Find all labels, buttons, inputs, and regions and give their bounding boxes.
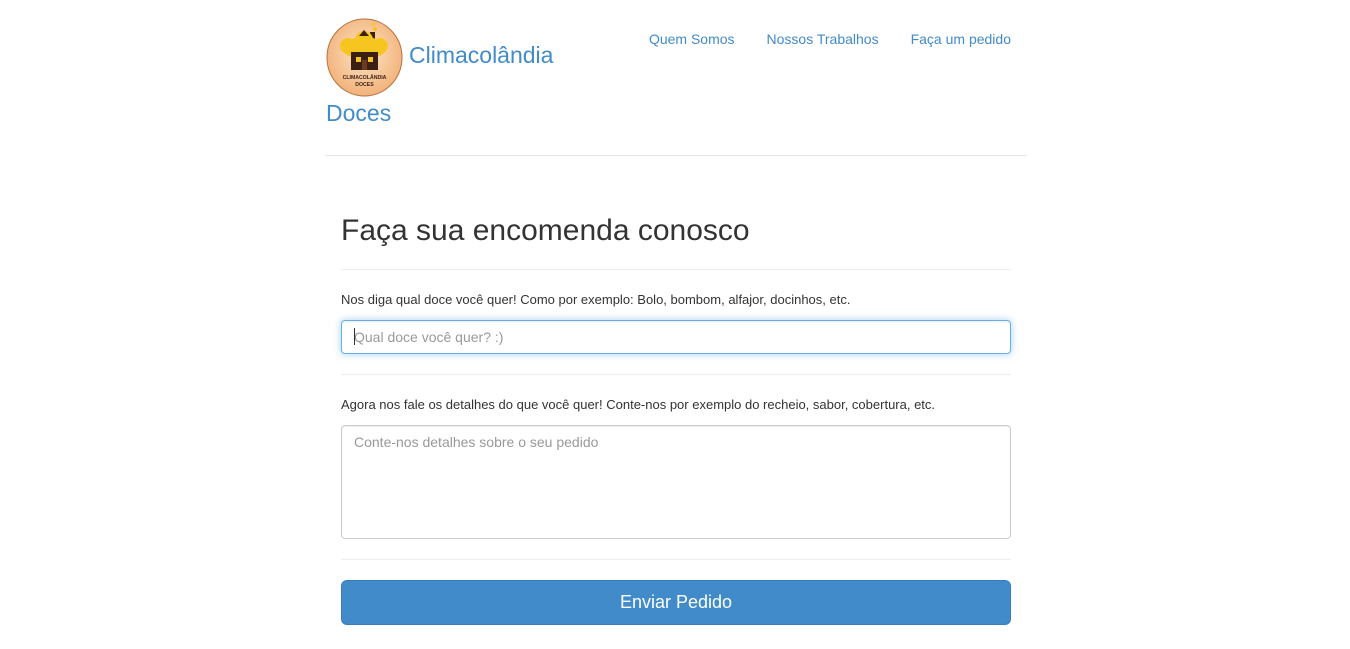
submit-order-button[interactable]: Enviar Pedido (341, 580, 1011, 625)
page-container: CLIMACOLÂNDIA DOCES Climacolândia Doces … (325, 0, 1027, 649)
form-divider (341, 374, 1011, 375)
brand-name-line2[interactable]: Doces (326, 100, 391, 127)
details-label: Agora nos fale os detalhes do que você q… (341, 397, 936, 412)
sweet-field-wrapper (341, 320, 1011, 354)
brand-name-line1[interactable]: Climacolândia (409, 42, 553, 69)
sweet-label: Nos diga qual doce você quer! Como por e… (341, 292, 851, 307)
main-nav: Quem Somos Nossos Trabalhos Faça um pedi… (617, 31, 1011, 47)
form-divider (341, 559, 1011, 560)
details-textarea[interactable] (341, 425, 1011, 539)
svg-text:CLIMACOLÂNDIA: CLIMACOLÂNDIA (343, 74, 387, 81)
page-title: Faça sua encomenda conosco (341, 214, 750, 247)
sweet-input[interactable] (341, 320, 1011, 354)
header-divider (325, 155, 1027, 156)
nav-item-nossos-trabalhos[interactable]: Nossos Trabalhos (735, 31, 879, 47)
brand-logo-icon: CLIMACOLÂNDIA DOCES (326, 18, 403, 97)
nav-item-quem-somos[interactable]: Quem Somos (617, 31, 735, 47)
form-divider (341, 269, 1011, 270)
text-caret (354, 328, 355, 345)
svg-text:DOCES: DOCES (355, 82, 374, 88)
nav-item-faca-um-pedido[interactable]: Faça um pedido (879, 31, 1011, 47)
